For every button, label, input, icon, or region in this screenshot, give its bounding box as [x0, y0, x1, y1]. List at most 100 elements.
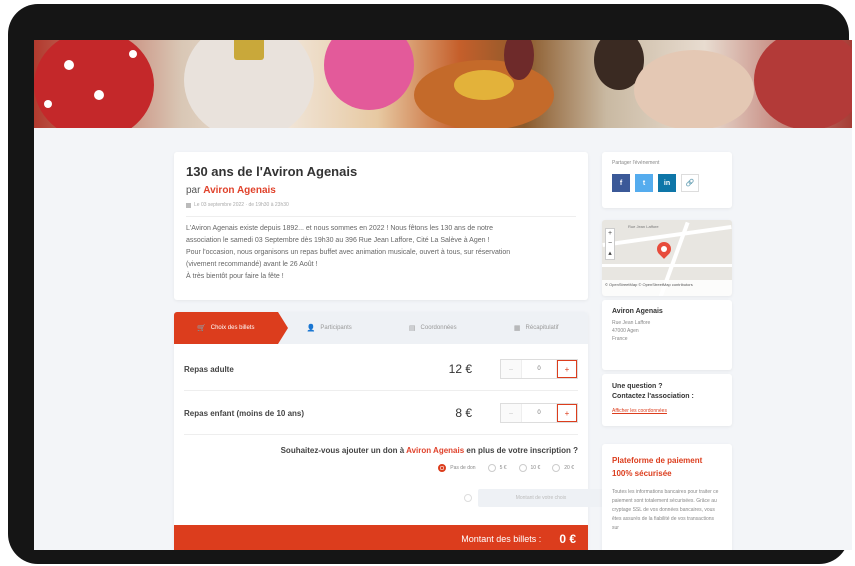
increment-button[interactable]: +: [557, 404, 577, 422]
step-contact-details[interactable]: ▤ Coordonnées: [381, 312, 485, 344]
quantity-stepper: − 0 +: [500, 359, 578, 379]
step-participants[interactable]: 👤 Participants: [278, 312, 382, 344]
donation-option-label: 20 €: [564, 465, 574, 471]
donation-question-suffix: en plus de votre inscription ?: [466, 446, 578, 455]
step-label: Participants: [320, 325, 352, 331]
step-label: Choix des billets: [210, 325, 255, 331]
compass-button[interactable]: ▴: [606, 249, 614, 259]
event-description: L'Aviron Agenais existe depuis 1892... e…: [186, 223, 576, 283]
ticket-row-adult: Repas adulte 12 € − 0 +: [184, 358, 578, 380]
facebook-share-icon[interactable]: f: [612, 174, 630, 192]
donation-other-row: Montant de votre choix: [464, 489, 604, 507]
description-line: Pour l'occasion, nous organisons un repa…: [186, 249, 511, 256]
calendar-icon: [186, 202, 191, 208]
donation-amount-input[interactable]: Montant de votre choix: [478, 489, 604, 507]
event-date-text: Le 03 septembre 2022 · de 19h30 à 23h30: [194, 202, 289, 208]
description-line: association le samedi 03 Septembre dès 1…: [186, 237, 490, 244]
secure-payment-card: Plateforme de paiement 100% sécurisée To…: [602, 444, 732, 550]
total-label: Montant des billets :: [461, 534, 542, 544]
radio-icon: [487, 464, 496, 472]
donation-option-label: Pas de don: [450, 465, 476, 471]
summary-icon: ▦: [513, 325, 521, 332]
event-organizer: par Aviron Agenais: [186, 185, 576, 196]
divider: [186, 216, 576, 217]
quantity-input[interactable]: 0: [521, 404, 557, 422]
address-line: France: [612, 336, 628, 342]
checkout-steps: 🛒 Choix des billets 👤 Participants ▤ Coo…: [174, 312, 588, 344]
description-line: L'Aviron Agenais existe depuis 1892... e…: [186, 225, 494, 232]
donation-option-20[interactable]: 20 €: [552, 464, 574, 472]
increment-button[interactable]: +: [557, 360, 577, 378]
donation-option-other[interactable]: [464, 494, 472, 502]
map-attribution: © OpenStreetMap © OpenStreetMap contribu…: [602, 280, 732, 296]
ticket-name: Repas adulte: [184, 364, 234, 374]
share-title: Partager l'événement: [612, 160, 660, 166]
total-amount: 0 €: [559, 532, 576, 546]
twitter-share-icon[interactable]: t: [635, 174, 653, 192]
donation-question-prefix: Souhaitez-vous ajouter un don à: [280, 446, 405, 455]
event-banner-image: [34, 40, 852, 128]
zoom-out-button[interactable]: −: [606, 239, 614, 249]
organizer-name: Aviron Agenais: [612, 308, 663, 315]
step-summary[interactable]: ▦ Récapitulatif: [485, 312, 589, 344]
map-zoom-controls: + − ▴: [605, 228, 615, 260]
contact-title-line: Contactez l'association :: [612, 393, 694, 400]
contact-card: Une question ? Contactez l'association :…: [602, 374, 732, 426]
by-prefix: par: [186, 185, 201, 196]
contact-title-line: Une question ?: [612, 383, 663, 390]
organizer-card: Aviron Agenais Rue Jean Laffore 47000 Ag…: [602, 300, 732, 370]
step-label: Coordonnées: [420, 325, 457, 331]
radio-icon: [518, 464, 527, 472]
contact-title: Une question ? Contactez l'association :: [612, 382, 722, 402]
zoom-in-button[interactable]: +: [606, 229, 614, 239]
payment-text: Toutes les informations bancaires pour t…: [612, 489, 719, 531]
ticket-selection-card: 🛒 Choix des billets 👤 Participants ▤ Coo…: [174, 312, 588, 550]
total-bar: Montant des billets : 0 €: [174, 525, 588, 550]
description-line: (vivement recommandé) avant le 26 Août !: [186, 261, 318, 268]
cart-icon: 🛒: [197, 325, 206, 332]
donation-option-none[interactable]: Pas de don: [438, 464, 476, 472]
screen: 130 ans de l'Aviron Agenais par Aviron A…: [34, 40, 852, 550]
radio-icon: [552, 464, 561, 472]
card-icon: ▤: [408, 325, 416, 332]
event-title: 130 ans de l'Aviron Agenais: [186, 164, 358, 179]
location-map[interactable]: Rue Jean Laffore + − ▴ © OpenStreetMap ©…: [602, 220, 732, 296]
copy-link-icon[interactable]: 🔗: [681, 174, 699, 192]
step-label: Récapitulatif: [525, 325, 559, 331]
donation-option-10[interactable]: 10 €: [518, 464, 541, 472]
step-ticket-choice[interactable]: 🛒 Choix des billets: [174, 312, 287, 344]
quantity-stepper: − 0 +: [500, 403, 578, 423]
address-line: Rue Jean Laffore: [612, 320, 651, 326]
donation-option-5[interactable]: 5 €: [487, 464, 507, 472]
decrement-button[interactable]: −: [501, 360, 521, 378]
payment-title-line: Plateforme de paiement: [612, 456, 703, 465]
location-pin-icon: [654, 239, 674, 259]
ticket-row-child: Repas enfant (moins de 10 ans) 8 € − 0 +: [184, 402, 578, 424]
divider: [184, 434, 578, 435]
donation-question: Souhaitez-vous ajouter un don à Aviron A…: [174, 446, 578, 455]
ticket-price: 8 €: [455, 406, 472, 420]
organizer-address: Rue Jean Laffore 47000 Agen France: [612, 319, 722, 343]
show-contact-link[interactable]: Afficher les coordonnées: [612, 408, 722, 414]
divider: [184, 390, 578, 391]
person-icon: 👤: [306, 325, 316, 332]
event-info-card: 130 ans de l'Aviron Agenais par Aviron A…: [174, 152, 588, 300]
payment-title-line: 100% sécurisée: [612, 469, 672, 478]
quantity-input[interactable]: 0: [521, 360, 557, 378]
organizer-link[interactable]: Aviron Agenais: [203, 185, 276, 196]
map-street-label: Rue Jean Laffore: [628, 224, 659, 229]
device-frame: 130 ans de l'Aviron Agenais par Aviron A…: [8, 4, 852, 564]
ticket-price: 12 €: [448, 362, 472, 376]
radio-icon: [438, 464, 447, 472]
linkedin-share-icon[interactable]: in: [658, 174, 676, 192]
donation-option-label: 10 €: [530, 465, 541, 471]
donation-option-label: 5 €: [499, 465, 507, 471]
donation-organizer: Aviron Agenais: [406, 446, 465, 455]
decrement-button[interactable]: −: [501, 404, 521, 422]
payment-title: Plateforme de paiement 100% sécurisée: [612, 454, 722, 480]
ticket-name: Repas enfant (moins de 10 ans): [184, 408, 305, 418]
share-card: Partager l'événement f t in 🔗: [602, 152, 732, 208]
address-line: 47000 Agen: [612, 328, 639, 334]
description-line: À très bientôt pour faire la fête !: [186, 273, 284, 280]
map-road: [602, 264, 732, 267]
